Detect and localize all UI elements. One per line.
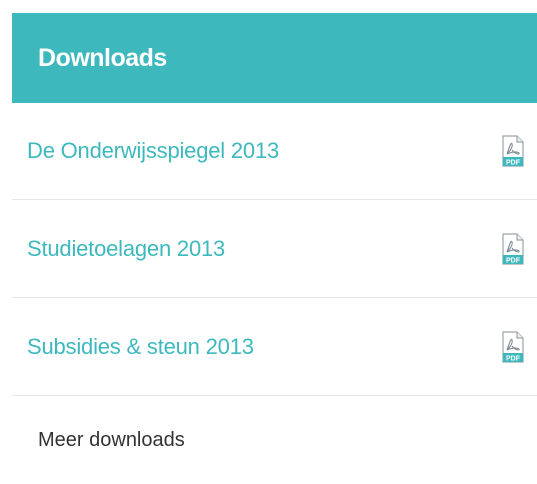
downloads-header: Downloads [12, 13, 537, 103]
more-downloads-row: Meer downloads [12, 396, 537, 484]
download-list: De Onderwijsspiegel 2013 PDF Studietoela… [12, 103, 537, 396]
downloads-panel: Downloads De Onderwijsspiegel 2013 PDF S… [12, 13, 537, 484]
download-link[interactable]: De Onderwijsspiegel 2013 [27, 138, 279, 164]
pdf-icon[interactable]: PDF [501, 135, 525, 167]
pdf-icon[interactable]: PDF [501, 330, 525, 363]
more-downloads-link[interactable]: Meer downloads [38, 429, 185, 452]
pdf-icon-text: PDF [506, 160, 521, 167]
download-item-onderwijsspiegel[interactable]: De Onderwijsspiegel 2013 PDF [12, 103, 537, 200]
downloads-title: Downloads [38, 43, 167, 72]
pdf-icon-text: PDF [506, 355, 521, 362]
download-item-studietoelagen[interactable]: Studietoelagen 2013 PDF [12, 200, 537, 298]
download-link[interactable]: Subsidies & steun 2013 [27, 334, 254, 360]
pdf-icon-text: PDF [506, 257, 521, 264]
pdf-icon[interactable]: PDF [501, 232, 525, 265]
download-item-subsidies[interactable]: Subsidies & steun 2013 PDF [12, 298, 537, 396]
download-link[interactable]: Studietoelagen 2013 [27, 236, 225, 262]
